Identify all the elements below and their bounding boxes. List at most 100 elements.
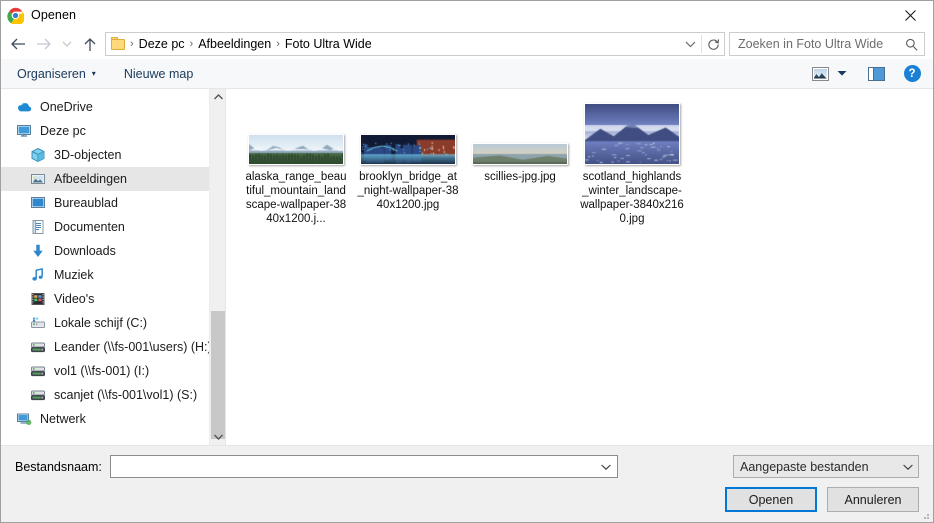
organize-menu-button[interactable]: Organiseren ▾ bbox=[11, 64, 102, 84]
sidebar-item-netwerk[interactable]: Netwerk bbox=[1, 407, 225, 431]
local-disk-icon bbox=[30, 315, 46, 331]
sidebar-item-leander-fs-001-users-h[interactable]: Leander (\\fs-001\users) (H:) bbox=[1, 335, 225, 359]
file-name-label: brooklyn_bridge_at_night-wallpaper-3840x… bbox=[356, 170, 460, 212]
network-drive-icon bbox=[30, 339, 46, 355]
open-file-dialog: Openen › Deze pc › Afbeeldingen › Foto U… bbox=[0, 0, 934, 523]
sidebar-item-label: Lokale schijf (C:) bbox=[54, 316, 147, 330]
this-pc-monitor-icon bbox=[16, 123, 32, 139]
refresh-button[interactable] bbox=[702, 33, 724, 55]
file-type-filter-dropdown[interactable]: Aangepaste bestanden bbox=[733, 455, 919, 478]
music-note-icon bbox=[30, 267, 46, 283]
network-icon bbox=[16, 411, 32, 427]
navigation-scrollbar[interactable] bbox=[209, 89, 225, 445]
documents-icon bbox=[29, 219, 47, 235]
title-bar: Openen bbox=[1, 1, 933, 29]
file-list-view[interactable]: alaska_range_beautiful_mountain_landscap… bbox=[226, 89, 933, 445]
breadcrumb-item-0[interactable]: Deze pc bbox=[135, 36, 189, 52]
help-button[interactable]: ? bbox=[899, 62, 925, 86]
filename-label: Bestandsnaam: bbox=[15, 460, 102, 474]
file-thumbnail-box bbox=[580, 99, 684, 165]
address-dropdown-button[interactable] bbox=[679, 33, 701, 55]
view-dropdown-button[interactable] bbox=[833, 62, 851, 86]
dialog-buttons: Openen Annuleren bbox=[725, 487, 919, 512]
command-toolbar: Organiseren ▾ Nieuwe map ? bbox=[1, 59, 933, 89]
sidebar-item-3d-objecten[interactable]: 3D-objecten bbox=[1, 143, 225, 167]
forward-arrow-icon bbox=[36, 37, 52, 51]
folder-icon bbox=[111, 37, 127, 51]
scrollbar-thumb[interactable] bbox=[211, 311, 225, 439]
3d-objects-icon bbox=[29, 147, 47, 163]
open-button[interactable]: Openen bbox=[725, 487, 817, 512]
forward-button[interactable] bbox=[31, 31, 57, 57]
sidebar-item-onedrive[interactable]: OneDrive bbox=[1, 95, 225, 119]
sidebar-item-label: Muziek bbox=[54, 268, 94, 282]
search-input[interactable]: Zoeken in Foto Ultra Wide bbox=[738, 37, 905, 51]
thumbnail-canvas bbox=[249, 135, 344, 165]
chevron-down-icon: ▾ bbox=[92, 69, 96, 78]
scroll-down-icon[interactable] bbox=[210, 429, 225, 445]
breadcrumb-item-2[interactable]: Foto Ultra Wide bbox=[281, 36, 376, 52]
change-view-button[interactable] bbox=[807, 62, 833, 86]
sidebar-item-label: vol1 (\\fs-001) (I:) bbox=[54, 364, 149, 378]
videos-filmstrip-icon bbox=[29, 291, 47, 307]
window-title: Openen bbox=[31, 8, 76, 22]
network-drive-icon bbox=[30, 387, 46, 403]
scroll-up-icon[interactable] bbox=[210, 89, 225, 105]
sidebar-item-label: scanjet (\\fs-001\vol1) (S:) bbox=[54, 388, 197, 402]
chevron-down-icon[interactable] bbox=[598, 464, 615, 470]
refresh-icon bbox=[707, 38, 720, 51]
sidebar-item-label: Netwerk bbox=[40, 412, 86, 426]
back-button[interactable] bbox=[5, 31, 31, 57]
sidebar-item-label: Leander (\\fs-001\users) (H:) bbox=[54, 340, 212, 354]
file-thumbnail-box bbox=[244, 99, 348, 165]
navigation-list: OneDrive Deze pc 3D-objecten Afbeeldingen Bu… bbox=[1, 95, 225, 431]
sidebar-item-deze-pc[interactable]: Deze pc bbox=[1, 119, 225, 143]
sidebar-item-video-s[interactable]: Video's bbox=[1, 287, 225, 311]
new-folder-label: Nieuwe map bbox=[124, 67, 193, 81]
new-folder-button[interactable]: Nieuwe map bbox=[118, 64, 199, 84]
file-thumbnail-box bbox=[356, 99, 460, 165]
up-one-level-button[interactable] bbox=[77, 31, 103, 57]
file-type-filter-value: Aangepaste bestanden bbox=[740, 460, 899, 474]
network-drive-icon bbox=[30, 363, 46, 379]
file-thumbnail-image bbox=[584, 103, 680, 165]
file-item[interactable]: scillies-jpg.jpg bbox=[464, 99, 576, 226]
sidebar-item-documenten[interactable]: Documenten bbox=[1, 215, 225, 239]
sidebar-item-scanjet-fs-001-vol1-s[interactable]: scanjet (\\fs-001\vol1) (S:) bbox=[1, 383, 225, 407]
preview-pane-button[interactable] bbox=[863, 62, 889, 86]
sidebar-item-label: OneDrive bbox=[40, 100, 93, 114]
file-item[interactable]: scotland_highlands_winter_landscape-wall… bbox=[576, 99, 688, 226]
file-item[interactable]: alaska_range_beautiful_mountain_landscap… bbox=[240, 99, 352, 226]
up-arrow-icon bbox=[83, 37, 97, 52]
file-item[interactable]: brooklyn_bridge_at_night-wallpaper-3840x… bbox=[352, 99, 464, 226]
breadcrumb-item-1[interactable]: Afbeeldingen bbox=[194, 36, 275, 52]
file-name-label: alaska_range_beautiful_mountain_landscap… bbox=[244, 170, 348, 226]
filename-input[interactable] bbox=[110, 455, 618, 478]
preview-pane-icon bbox=[868, 67, 885, 81]
sidebar-item-label: Bureaublad bbox=[54, 196, 118, 210]
this-pc-monitor-icon bbox=[15, 123, 33, 139]
network-drive-icon bbox=[29, 339, 47, 355]
breadcrumb-address-bar[interactable]: › Deze pc › Afbeeldingen › Foto Ultra Wi… bbox=[105, 32, 725, 56]
view-mode-icon bbox=[812, 67, 829, 81]
recent-locations-button[interactable] bbox=[57, 31, 77, 57]
sidebar-item-label: 3D-objecten bbox=[54, 148, 121, 162]
resize-grip[interactable] bbox=[920, 510, 930, 520]
sidebar-item-muziek[interactable]: Muziek bbox=[1, 263, 225, 287]
thumbnail-canvas bbox=[585, 104, 680, 165]
sidebar-item-downloads[interactable]: Downloads bbox=[1, 239, 225, 263]
chevron-down-icon bbox=[62, 40, 72, 48]
cancel-button[interactable]: Annuleren bbox=[827, 487, 919, 512]
chevron-down-icon[interactable] bbox=[899, 464, 916, 470]
sidebar-item-afbeeldingen[interactable]: Afbeeldingen bbox=[1, 167, 225, 191]
sidebar-item-bureaublad[interactable]: Bureaublad bbox=[1, 191, 225, 215]
search-box[interactable]: Zoeken in Foto Ultra Wide bbox=[729, 32, 925, 56]
sidebar-item-lokale-schijf-c[interactable]: Lokale schijf (C:) bbox=[1, 311, 225, 335]
dialog-body: OneDrive Deze pc 3D-objecten Afbeeldingen Bu… bbox=[1, 89, 933, 446]
sidebar-item-vol1-fs-001-i[interactable]: vol1 (\\fs-001) (I:) bbox=[1, 359, 225, 383]
close-button[interactable] bbox=[888, 1, 933, 29]
close-icon bbox=[905, 10, 916, 21]
3d-objects-icon bbox=[30, 147, 46, 163]
organize-label: Organiseren bbox=[17, 67, 86, 81]
downloads-arrow-icon bbox=[29, 243, 47, 259]
